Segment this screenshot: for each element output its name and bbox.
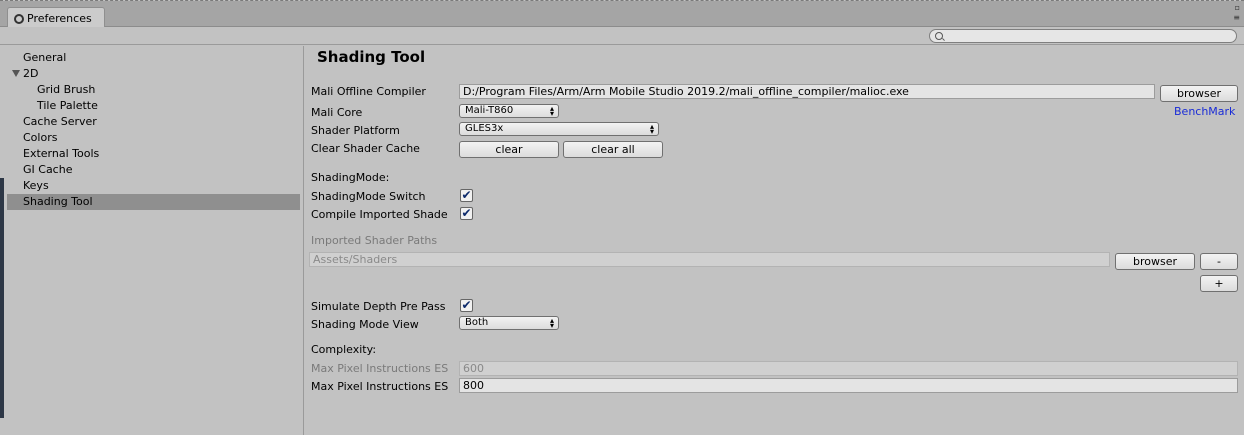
mali-compiler-path-field[interactable]: D:/Program Files/Arm/Arm Mobile Studio 2… [459, 84, 1155, 99]
mali-core-value: Mali-T860 [465, 105, 514, 116]
sidebar-item-tile-palette[interactable]: Tile Palette [7, 98, 300, 114]
sidebar: General 2D Grid Brush Tile Palette Cache… [7, 46, 304, 435]
sidebar-item-external-tools[interactable]: External Tools [7, 146, 300, 162]
expand-arrow-icon[interactable] [12, 70, 20, 77]
chevron-updown-icon: ▴ ▾ [549, 316, 554, 330]
compile-imported-checkbox[interactable]: ✔ [460, 207, 473, 220]
shading-mode-switch-checkbox[interactable]: ✔ [460, 189, 473, 202]
search-icon [935, 32, 943, 40]
shading-mode-switch-label: ShadingMode Switch [311, 190, 426, 203]
mali-core-label: Mali Core [311, 106, 363, 119]
imported-path-field[interactable]: Assets/Shaders [309, 252, 1110, 267]
sidebar-item-cache-server[interactable]: Cache Server [7, 114, 300, 130]
shading-mode-view-label: Shading Mode View [311, 318, 419, 331]
add-path-button[interactable]: + [1200, 275, 1238, 292]
sidebar-item-2d[interactable]: 2D [7, 66, 300, 82]
sidebar-item-label: 2D [23, 67, 39, 80]
preferences-window: Preferences ▫ ≡ General 2D Grid Brush Ti… [0, 0, 1244, 435]
title-bar: Preferences ▫ ≡ [0, 1, 1244, 27]
sidebar-item-shading-tool[interactable]: Shading Tool [7, 194, 300, 210]
main-panel: Shading Tool Mali Offline Compiler D:/Pr… [305, 46, 1244, 435]
remove-path-button[interactable]: - [1200, 253, 1238, 270]
sidebar-item-grid-brush[interactable]: Grid Brush [7, 82, 300, 98]
imported-path-browse-button[interactable]: browser [1115, 253, 1195, 270]
clear-all-button[interactable]: clear all [563, 141, 663, 158]
shading-mode-header: ShadingMode: [311, 171, 390, 184]
shading-mode-view-dropdown[interactable]: Both ▴ ▾ [459, 316, 559, 330]
complexity-header: Complexity: [311, 343, 377, 356]
sidebar-item-gi-cache[interactable]: GI Cache [7, 162, 300, 178]
window-controls[interactable]: ▫ ≡ [1220, 3, 1240, 25]
maximize-icon[interactable]: ▫ [1220, 3, 1240, 13]
simulate-depth-label: Simulate Depth Pre Pass [311, 300, 446, 313]
gear-icon [14, 13, 24, 24]
max-pixel-field[interactable]: 800 [459, 378, 1238, 393]
tab-title: Preferences [27, 12, 92, 25]
shading-mode-view-value: Both [465, 317, 489, 328]
shader-platform-dropdown[interactable]: GLES3x ▴ ▾ [459, 122, 659, 136]
search-input[interactable] [929, 29, 1237, 43]
preferences-tab[interactable]: Preferences [7, 7, 105, 27]
shader-platform-label: Shader Platform [311, 124, 400, 137]
chevron-updown-icon: ▴ ▾ [649, 122, 654, 136]
clear-cache-label: Clear Shader Cache [311, 142, 420, 155]
sidebar-item-colors[interactable]: Colors [7, 130, 300, 146]
clear-button[interactable]: clear [459, 141, 559, 158]
toolbar [0, 28, 1244, 45]
chevron-updown-icon: ▴ ▾ [549, 104, 554, 118]
left-edge [0, 28, 5, 435]
page-title: Shading Tool [317, 48, 426, 66]
menu-icon[interactable]: ≡ [1220, 13, 1240, 23]
shader-platform-value: GLES3x [465, 123, 504, 134]
sidebar-item-general[interactable]: General [7, 50, 300, 66]
mali-compiler-label: Mali Offline Compiler [311, 85, 426, 98]
simulate-depth-checkbox[interactable]: ✔ [460, 299, 473, 312]
max-pixel-label: Max Pixel Instructions ES [311, 380, 449, 393]
max-pixel-disabled-field: 600 [459, 361, 1238, 376]
mali-compiler-browse-button[interactable]: browser [1160, 85, 1238, 102]
max-pixel-disabled-label: Max Pixel Instructions ES [311, 362, 449, 375]
benchmark-link[interactable]: BenchMark [1174, 105, 1235, 118]
mali-core-dropdown[interactable]: Mali-T860 ▴ ▾ [459, 104, 559, 118]
imported-paths-label: Imported Shader Paths [311, 234, 438, 247]
sidebar-item-keys[interactable]: Keys [7, 178, 300, 194]
compile-imported-label: Compile Imported Shade [311, 208, 448, 221]
